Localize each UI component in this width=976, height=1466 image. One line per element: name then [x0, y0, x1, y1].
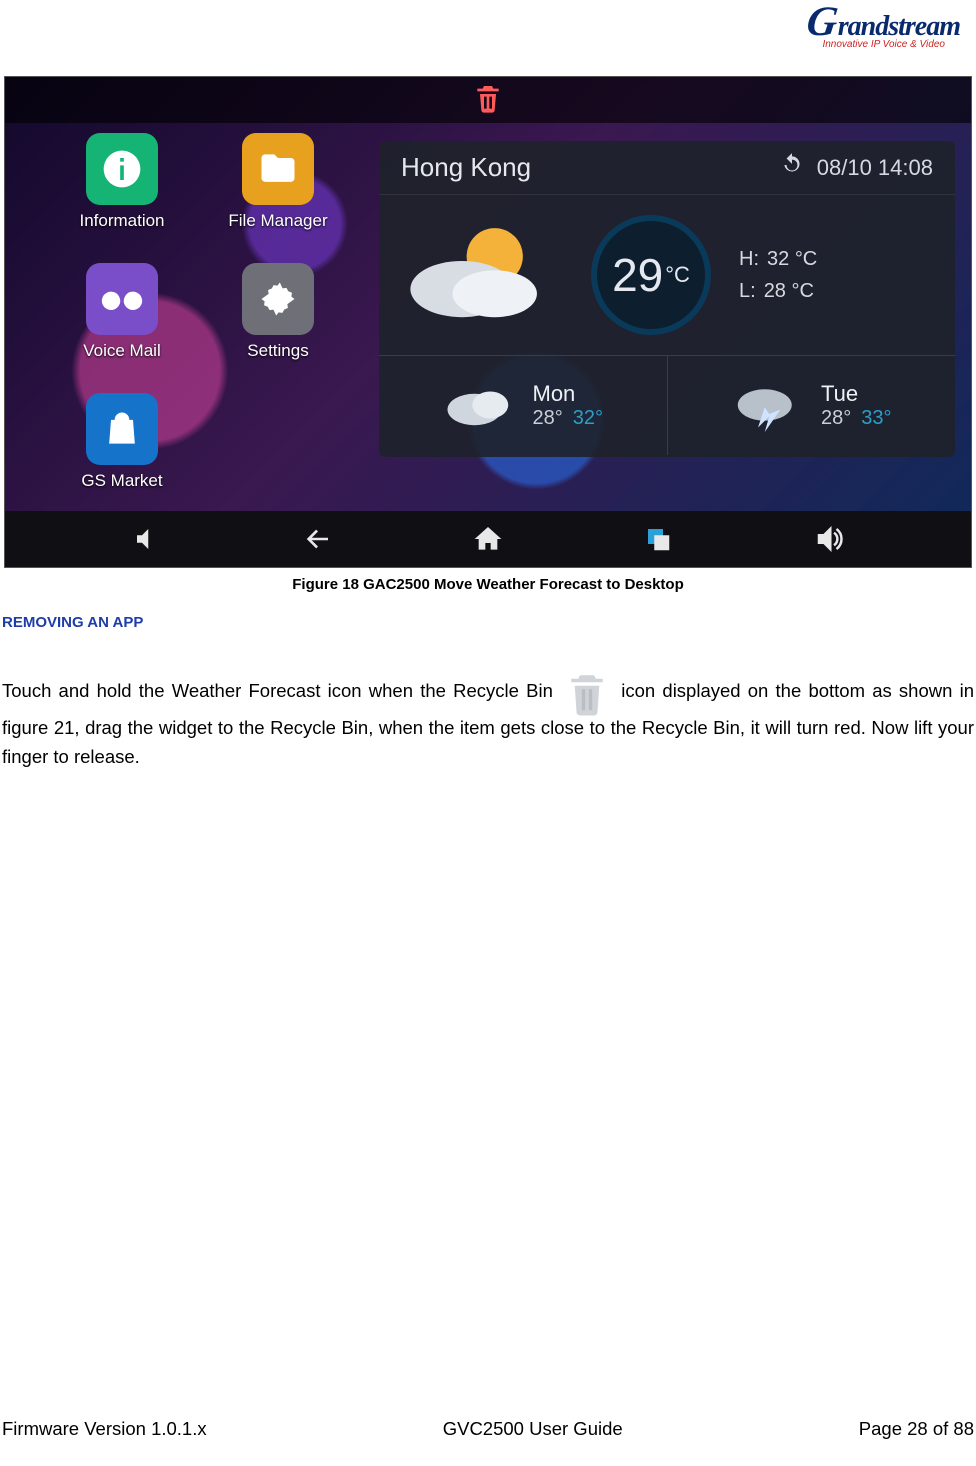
figure-caption: Figure 18 GAC2500 Move Weather Forecast …: [0, 576, 976, 593]
volume-up-button[interactable]: [801, 519, 857, 559]
weather-temp-unit: °C: [665, 262, 690, 288]
app-label: GS Market: [81, 471, 162, 491]
weather-widget[interactable]: Hong Kong 08/10 14:08 29: [379, 141, 955, 457]
info-icon: [86, 133, 158, 205]
weather-header: Hong Kong 08/10 14:08: [379, 141, 955, 195]
weather-datetime: 08/10 14:08: [817, 155, 933, 181]
footer-firmware: Firmware Version 1.0.1.x: [2, 1418, 207, 1440]
weather-forecast-row: Mon 28° 32° Tue 28° 33°: [379, 355, 955, 455]
recent-apps-button[interactable]: [630, 519, 686, 559]
forecast-high: 32°: [573, 407, 603, 429]
weather-hilo: H: 32 °C L: 28 °C: [739, 243, 817, 307]
app-information[interactable]: Information: [57, 133, 187, 253]
forecast-day-name: Mon: [533, 381, 576, 407]
high-label: H:: [739, 248, 759, 270]
app-label: Information: [79, 211, 164, 231]
app-settings[interactable]: Settings: [213, 263, 343, 383]
page-footer: Firmware Version 1.0.1.x GVC2500 User Gu…: [2, 1418, 974, 1440]
low-label: L:: [739, 280, 756, 302]
section-heading: REMOVING AN APP: [2, 614, 143, 631]
gear-icon: [242, 263, 314, 335]
app-label: File Manager: [228, 211, 327, 231]
cloud-icon: [443, 378, 515, 434]
high-value: 32: [767, 248, 789, 270]
voicemail-icon: [86, 263, 158, 335]
weather-time: 08/10 14:08: [779, 152, 933, 184]
footer-page: Page 28 of 88: [859, 1418, 974, 1440]
app-file-manager[interactable]: File Manager: [213, 133, 343, 253]
forecast-high: 33°: [861, 407, 891, 429]
forecast-low: 28°: [533, 407, 563, 429]
back-button[interactable]: [290, 519, 346, 559]
low-value: 28: [764, 280, 786, 302]
storm-icon: [731, 378, 803, 434]
app-label: Voice Mail: [83, 341, 160, 361]
folder-icon: [242, 133, 314, 205]
app-label: Settings: [247, 341, 308, 361]
forecast-day: Tue 28° 33°: [668, 356, 956, 455]
refresh-icon[interactable]: [779, 152, 805, 184]
body-paragraph: Touch and hold the Weather Forecast icon…: [2, 670, 974, 771]
forecast-day-name: Tue: [821, 381, 858, 407]
recycle-bin-icon: [566, 670, 608, 714]
system-navbar: [5, 511, 971, 567]
forecast-day: Mon 28° 32°: [379, 356, 668, 455]
footer-doc-title: GVC2500 User Guide: [443, 1418, 623, 1440]
trash-icon: [472, 82, 504, 119]
volume-down-button[interactable]: [119, 519, 175, 559]
app-gs-market[interactable]: GS Market: [57, 393, 187, 513]
sun-cloud-icon: [401, 215, 551, 335]
forecast-low: 28°: [821, 407, 851, 429]
home-button[interactable]: [460, 519, 516, 559]
weather-current: 29°C H:32 °C L:28 °C: [379, 195, 955, 355]
brand-logo: Grandstream Innovative IP Voice & Video: [807, 6, 960, 50]
desktop-app-grid: Information File Manager Voice Mail Sett…: [57, 133, 343, 513]
weather-city: Hong Kong: [401, 152, 531, 183]
low-unit: °C: [792, 280, 814, 302]
app-voice-mail[interactable]: Voice Mail: [57, 263, 187, 383]
weather-temp: 29: [612, 248, 663, 302]
weather-temp-ring: 29°C: [591, 215, 711, 335]
drag-delete-bar[interactable]: [5, 77, 971, 123]
brand-rest: randstream: [838, 11, 960, 42]
device-screenshot: Information File Manager Voice Mail Sett…: [4, 76, 972, 568]
brand-g: G: [805, 6, 840, 40]
high-unit: °C: [795, 248, 817, 270]
body-text-a: Touch and hold the Weather Forecast icon…: [2, 680, 553, 701]
bag-icon: [86, 393, 158, 465]
